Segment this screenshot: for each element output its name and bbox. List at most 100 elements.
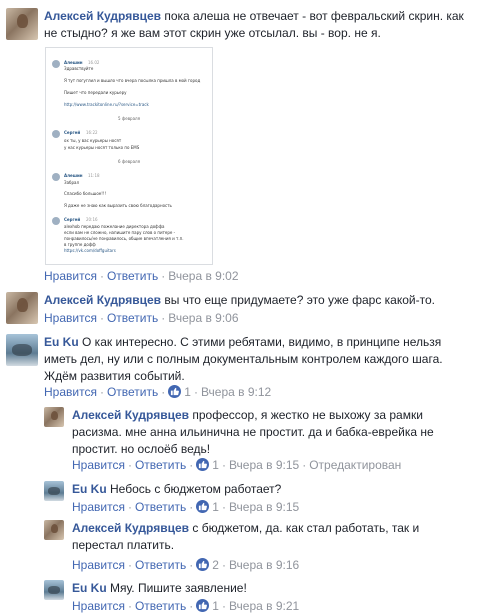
like-count[interactable]: 1: [212, 458, 219, 472]
avatar: [52, 217, 60, 225]
message-date: 16.02: [88, 60, 100, 65]
reply-link[interactable]: Ответить: [107, 385, 158, 399]
message-date: 11:18: [88, 173, 100, 178]
comment-author[interactable]: Eu Ku: [72, 482, 107, 496]
comment-text-line: расизма. мне анна ильинична не простит. …: [72, 425, 434, 439]
timestamp[interactable]: Вчера в 9:21: [229, 599, 299, 613]
like-count[interactable]: 2: [212, 558, 219, 572]
timestamp[interactable]: Вчера в 9:15: [229, 458, 299, 472]
date-separator: 6 февраля: [118, 159, 141, 164]
comment-author[interactable]: Алексей Кудрявцев: [72, 521, 189, 535]
like-count-icon[interactable]: [196, 599, 210, 612]
reply-link[interactable]: Ответить: [135, 558, 186, 572]
message-author: Сергей: [64, 217, 81, 222]
reply-link[interactable]: Ответить: [135, 500, 186, 514]
comment-text-line: Небось с бюджетом работает?: [110, 482, 282, 496]
like-link[interactable]: Нравится: [72, 458, 125, 472]
message-line: ох ты, у вас курьеры носят: [64, 138, 122, 143]
like-count-icon[interactable]: [196, 500, 210, 513]
like-link[interactable]: Нравится: [44, 385, 97, 399]
comment-text: Алексей Кудрявцев пока алеша не отвечает…: [44, 8, 484, 42]
comment-author[interactable]: Алексей Кудрявцев: [44, 9, 161, 23]
comment-author[interactable]: Eu Ku: [44, 335, 79, 349]
like-count[interactable]: 1: [212, 500, 219, 514]
avatar[interactable]: [44, 580, 64, 600]
comment-text: Eu Ku Мяу. Пишите заявление!: [72, 580, 484, 597]
message-date: 16:22: [86, 130, 98, 135]
like-count[interactable]: 1: [184, 385, 191, 399]
like-link[interactable]: Нравится: [72, 500, 125, 514]
message-line: alexhob передаю пожелание директора дофф…: [64, 224, 165, 229]
like-count-icon[interactable]: [168, 385, 182, 398]
comment-actions: Нравится · Ответить · 1 · Вчера в 9:15: [72, 500, 300, 514]
edited-label[interactable]: Отредактирован: [309, 458, 401, 472]
comment-text: Алексей Кудрявцев с бюджетом, да. как ст…: [72, 520, 484, 554]
like-link[interactable]: Нравится: [44, 269, 97, 283]
message-line: в группе дофф: [64, 242, 96, 247]
reply-link[interactable]: Ответить: [107, 269, 158, 283]
comment-actions: Нравится · Ответить · Вчера в 9:06: [44, 311, 239, 325]
comment-text-line: пока алеша не отвечает - вот февральский…: [164, 9, 464, 23]
like-link[interactable]: Нравится: [72, 558, 125, 572]
comment-text: Алексей Кудрявцев профессор, я жестко не…: [72, 407, 484, 458]
comment-actions: Нравится · Ответить · Вчера в 9:02: [44, 269, 239, 283]
comment-text: Eu Ku О как интересно. С этими ребятами,…: [44, 334, 484, 385]
attached-screenshot-image[interactable]: Алешин 16.02 Здравствуйте Я тут погуглил…: [45, 47, 213, 265]
reply-link[interactable]: Ответить: [135, 599, 186, 613]
message-author: Алешин: [64, 60, 83, 65]
message-line: Я даже не знаю как выразить свою благода…: [64, 203, 172, 208]
date-separator: 5 февраля: [118, 116, 141, 121]
like-count[interactable]: 1: [212, 599, 219, 613]
reply-link[interactable]: Ответить: [107, 311, 158, 325]
comment-text-line: Ждём развития событий.: [44, 369, 185, 383]
avatar: [52, 173, 60, 181]
comment-author[interactable]: Алексей Кудрявцев: [44, 293, 161, 307]
like-count-icon[interactable]: [196, 458, 210, 471]
avatar[interactable]: [44, 407, 64, 427]
message-line: Спасибо большое!!!: [64, 191, 107, 196]
message-link: https://vk.com/doffguitars: [64, 248, 116, 253]
message-line: Пишет что передали курьеру: [64, 90, 127, 95]
like-count-icon[interactable]: [196, 558, 210, 571]
reply-comment: Алексей Кудрявцев с бюджетом, да. как ст…: [44, 520, 484, 556]
comment-text-line: простит. но ослоёб ведь!: [72, 442, 211, 456]
avatar[interactable]: [44, 481, 64, 501]
avatar[interactable]: [6, 292, 38, 324]
message-author: Сергей: [64, 130, 81, 135]
avatar[interactable]: [6, 8, 38, 40]
comment-text-line: перестал платить.: [72, 538, 175, 552]
comment-actions: Нравится · Ответить · 1 · Вчера в 9:21: [72, 599, 300, 613]
avatar[interactable]: [6, 334, 38, 366]
message-line: если вам не сложно, напишите пару слов о…: [64, 230, 176, 235]
like-link[interactable]: Нравится: [72, 599, 125, 613]
comment-text-line: Мяу. Пишите заявление!: [110, 581, 247, 595]
avatar[interactable]: [44, 520, 64, 540]
comment-text: Eu Ku Небось с бюджетом работает?: [72, 481, 484, 498]
message-line: понравилось/не понравилось, общие впечат…: [64, 236, 184, 241]
reply-comment: Алексей Кудрявцев профессор, я жестко не…: [44, 407, 484, 459]
comment-text-line: иметь дел, ну или с полным документальны…: [44, 352, 443, 366]
comment-text-line: профессор, я жестко не выхожу за рамки: [192, 408, 423, 422]
message-line: Забрал: [64, 180, 80, 185]
message-line: Я тут погуглил и вышло что вчера посылка…: [64, 78, 201, 83]
timestamp[interactable]: Вчера в 9:16: [229, 558, 299, 572]
comment-author[interactable]: Алексей Кудрявцев: [72, 408, 189, 422]
comment-text-line: не стыдно? я же вам этот скрин уже отсыл…: [44, 26, 381, 40]
timestamp[interactable]: Вчера в 9:12: [201, 385, 271, 399]
comment-text: Алексей Кудрявцев вы что еще придумаете?…: [44, 292, 484, 309]
like-link[interactable]: Нравится: [44, 311, 97, 325]
message-author: Алешин: [64, 173, 83, 178]
reply-link[interactable]: Ответить: [135, 458, 186, 472]
comment-actions: Нравится · Ответить · 1 · Вчера в 9:12: [44, 385, 272, 399]
message-line: Здравствуйте: [64, 66, 94, 71]
comment-author[interactable]: Eu Ku: [72, 581, 107, 595]
timestamp[interactable]: Вчера в 9:06: [168, 311, 238, 325]
message-date: 20:16: [86, 217, 98, 222]
comment-text-line: О как интересно. С этими ребятами, видим…: [82, 335, 442, 349]
timestamp[interactable]: Вчера в 9:02: [168, 269, 238, 283]
timestamp[interactable]: Вчера в 9:15: [229, 500, 299, 514]
message-link: http://www.trackitonline.ru/?service=tra…: [64, 102, 149, 107]
comment-text-line: с бюджетом, да. как стал работать, так и: [192, 521, 420, 535]
comment-actions: Нравится · Ответить · 1 · Вчера в 9:15 · Отредак…: [72, 458, 402, 472]
avatar: [52, 130, 60, 138]
